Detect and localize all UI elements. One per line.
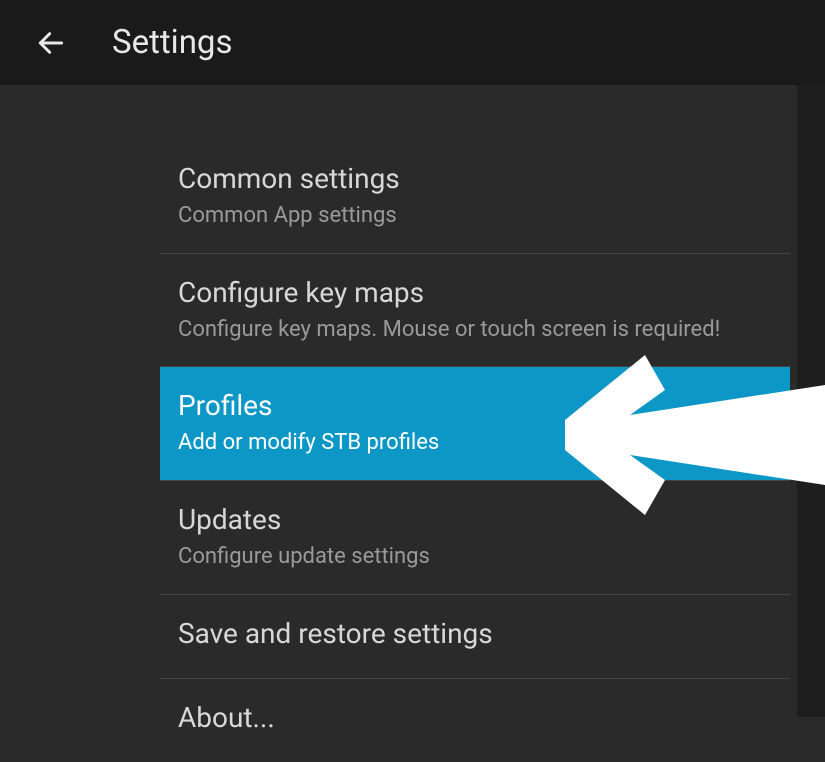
item-title: Profiles xyxy=(178,389,772,422)
back-arrow-icon[interactable] xyxy=(35,27,67,59)
list-item-about[interactable]: About... xyxy=(160,679,790,762)
list-item-save-restore[interactable]: Save and restore settings xyxy=(160,595,790,679)
item-subtitle: Add or modify STB profiles xyxy=(178,428,772,458)
item-subtitle: Common App settings xyxy=(178,201,772,231)
list-item-updates[interactable]: Updates Configure update settings xyxy=(160,481,790,595)
item-title: Configure key maps xyxy=(178,276,772,309)
app-header: Settings xyxy=(0,0,825,85)
item-title: Updates xyxy=(178,503,772,536)
item-title: Save and restore settings xyxy=(178,617,772,650)
item-subtitle: Configure update settings xyxy=(178,542,772,572)
scrollbar[interactable] xyxy=(797,85,825,717)
list-item-configure-key-maps[interactable]: Configure key maps Configure key maps. M… xyxy=(160,254,790,368)
item-title: About... xyxy=(178,701,772,734)
list-item-common-settings[interactable]: Common settings Common App settings xyxy=(160,140,790,254)
settings-list: Common settings Common App settings Conf… xyxy=(0,85,825,762)
page-title: Settings xyxy=(112,23,233,62)
list-item-profiles[interactable]: Profiles Add or modify STB profiles xyxy=(160,367,790,481)
item-subtitle: Configure key maps. Mouse or touch scree… xyxy=(178,315,772,345)
item-title: Common settings xyxy=(178,162,772,195)
